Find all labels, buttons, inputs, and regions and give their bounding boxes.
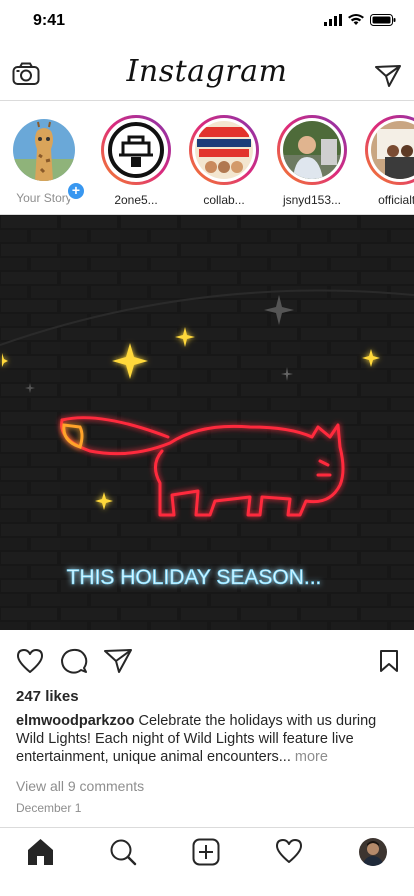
status-time: 9:41 bbox=[33, 12, 66, 29]
battery-icon bbox=[370, 14, 396, 26]
stories-tray: + Your Story 2one5... collab... jsnyd153… bbox=[0, 101, 414, 215]
new-post-icon[interactable] bbox=[192, 838, 220, 866]
caption-username[interactable]: elmwoodparkzoo bbox=[16, 713, 134, 729]
bookmark-icon[interactable] bbox=[379, 649, 399, 673]
caption-more-link[interactable]: more bbox=[295, 749, 328, 765]
story-item[interactable]: jsnyd153... bbox=[272, 115, 352, 207]
story-label: 2one5... bbox=[114, 193, 158, 207]
home-icon[interactable] bbox=[27, 838, 54, 866]
post-image[interactable]: THIS HOLIDAY SEASON... bbox=[0, 215, 414, 630]
post-actions bbox=[0, 646, 414, 676]
share-icon[interactable] bbox=[103, 648, 133, 674]
avatar bbox=[283, 121, 341, 179]
view-comments-link[interactable]: View all 9 comments bbox=[16, 778, 144, 794]
top-bar: Instagram bbox=[0, 44, 414, 101]
neon-red-panda-image: THIS HOLIDAY SEASON... bbox=[0, 215, 414, 630]
like-icon[interactable] bbox=[16, 648, 44, 674]
story-label: officialto bbox=[378, 193, 414, 207]
bottom-nav bbox=[0, 827, 414, 878]
story-item[interactable]: officialto bbox=[360, 115, 414, 207]
profile-avatar[interactable] bbox=[359, 838, 387, 866]
add-story-icon[interactable]: + bbox=[66, 181, 86, 201]
signal-icon bbox=[324, 14, 342, 26]
wifi-icon bbox=[348, 14, 364, 25]
post-caption: elmwoodparkzoo Celebrate the holidays wi… bbox=[16, 712, 396, 766]
app-logo: Instagram bbox=[126, 54, 288, 89]
story-item[interactable]: 2one5... bbox=[96, 115, 176, 207]
search-icon[interactable] bbox=[109, 838, 137, 866]
comment-icon[interactable] bbox=[60, 648, 88, 674]
home-indicator-area bbox=[0, 877, 414, 896]
avatar bbox=[371, 121, 414, 179]
activity-heart-icon[interactable] bbox=[275, 838, 303, 864]
avatar bbox=[195, 121, 253, 179]
post-banner-text: THIS HOLIDAY SEASON... bbox=[67, 566, 322, 589]
likes-count[interactable]: 247 likes bbox=[16, 688, 79, 705]
post-date: December 1 bbox=[16, 801, 82, 815]
avatar bbox=[107, 121, 165, 179]
status-icons bbox=[324, 14, 396, 26]
story-label: jsnyd153... bbox=[282, 193, 342, 207]
avatar bbox=[359, 838, 387, 866]
direct-message-icon[interactable] bbox=[374, 64, 402, 88]
story-item[interactable]: collab... bbox=[184, 115, 264, 207]
story-label: collab... bbox=[203, 193, 245, 207]
avatar bbox=[13, 119, 75, 181]
story-your-story[interactable]: + Your Story bbox=[4, 115, 86, 205]
status-bar: 9:41 bbox=[0, 0, 414, 44]
